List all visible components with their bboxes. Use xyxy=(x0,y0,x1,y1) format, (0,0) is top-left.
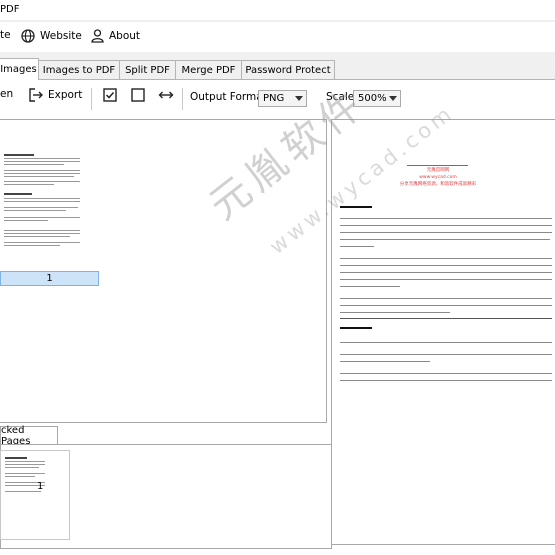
globe-icon xyxy=(21,29,35,43)
open-label: en xyxy=(0,88,14,100)
text-line xyxy=(340,265,552,267)
export-label: Export xyxy=(48,89,83,101)
tab-label: Split PDF xyxy=(125,64,170,76)
menu-item-file[interactable]: te xyxy=(0,29,11,41)
deselect-all-button[interactable] xyxy=(131,88,145,102)
swap-arrows-icon xyxy=(158,91,174,99)
page-number-row[interactable]: 1 xyxy=(0,271,99,286)
tab-split-pdf[interactable]: Split PDF xyxy=(119,60,176,79)
checkbox-empty-icon xyxy=(131,88,145,102)
invert-selection-button[interactable] xyxy=(158,88,174,102)
tab-label: Password Protect xyxy=(245,64,331,76)
select-all-button[interactable] xyxy=(103,88,117,102)
tab-merge-pdf[interactable]: Merge PDF xyxy=(175,60,242,79)
menu-item-website[interactable]: Website xyxy=(21,29,82,43)
menu-item-label: Website xyxy=(40,30,82,42)
menu-item-about[interactable]: About xyxy=(91,29,140,43)
menu-bar: te Website About xyxy=(0,22,555,52)
text-line xyxy=(340,272,552,274)
text-line xyxy=(340,373,552,375)
stacked-page-thumbnail[interactable]: 1 xyxy=(0,450,70,540)
window-title: PDF xyxy=(0,4,20,15)
page-number: 1 xyxy=(46,273,53,284)
text-line xyxy=(340,342,552,344)
export-icon xyxy=(29,88,43,102)
text-line xyxy=(340,218,552,220)
export-button[interactable]: Export xyxy=(29,88,82,102)
checkbox-checked-icon xyxy=(103,88,117,102)
title-bar: PDF xyxy=(0,0,555,20)
tab-images-to-pdf[interactable]: Images to PDF xyxy=(38,60,120,79)
section-heading xyxy=(340,327,372,329)
tab-label: Images xyxy=(0,64,37,75)
text-line xyxy=(340,361,430,363)
page-thumbnail[interactable] xyxy=(0,150,86,270)
tab-strip: Images Images to PDF Split PDF Merge PDF… xyxy=(0,58,555,80)
tab-label: Merge PDF xyxy=(181,64,236,76)
text-line xyxy=(340,246,374,248)
red-header-box xyxy=(407,165,468,166)
text-line xyxy=(340,312,450,314)
text-line xyxy=(340,354,552,356)
header-red-title: 元胤官网网 xyxy=(426,168,450,173)
output-format-value: PNG xyxy=(263,93,285,104)
toolbar: en Export Output Format: PNG Scale: 500% xyxy=(0,82,555,112)
toolbar-separator xyxy=(91,88,92,110)
stacked-page-number: 1 xyxy=(37,481,44,492)
tab-images[interactable]: Images xyxy=(0,58,39,80)
menu-item-label: te xyxy=(0,29,11,41)
header-red-url: www.wycad.com xyxy=(419,175,457,180)
text-line xyxy=(340,286,400,288)
menu-item-label: About xyxy=(109,30,141,42)
text-line xyxy=(340,258,552,260)
text-line xyxy=(340,298,552,300)
text-line xyxy=(340,305,552,307)
tab-password-protect[interactable]: Password Protect xyxy=(241,60,335,79)
chevron-down-icon xyxy=(389,96,397,101)
header-red-slogan: 分享元胤网络资源，和谐软件成就精彩 xyxy=(399,182,477,187)
toolbar-separator xyxy=(182,88,183,110)
text-line xyxy=(340,279,552,281)
divider xyxy=(340,318,552,319)
text-line xyxy=(340,232,552,234)
text-line xyxy=(340,380,552,382)
text-line xyxy=(340,225,552,227)
person-icon xyxy=(91,29,104,43)
tab-label: Images to PDF xyxy=(42,64,116,76)
text-line xyxy=(340,239,550,241)
tab-stacked-pages[interactable]: cked Pages xyxy=(0,425,58,447)
open-button[interactable]: en xyxy=(0,88,13,100)
